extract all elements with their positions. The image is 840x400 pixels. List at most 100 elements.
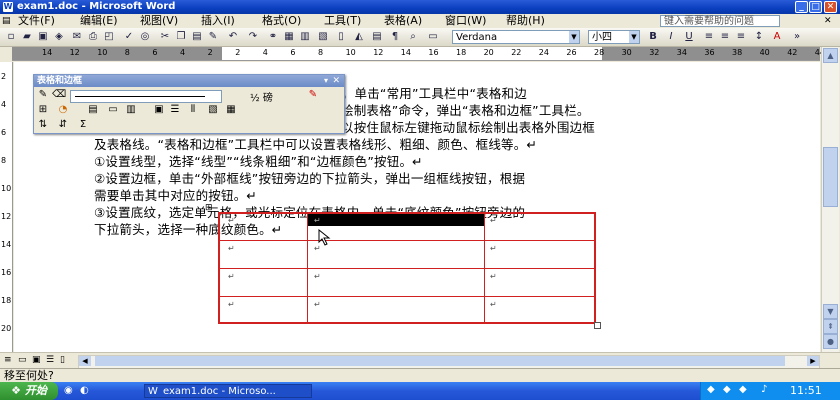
tables-borders-icon[interactable]: ▦ (282, 30, 296, 43)
normal-view-icon[interactable]: ≡ (4, 355, 12, 365)
quick-launch-icon[interactable]: ◉ (64, 385, 73, 396)
chevron-down-icon[interactable]: ▼ (569, 31, 579, 43)
menu-format[interactable]: 格式(O) (262, 14, 301, 28)
distribute-columns-icon[interactable]: ⫴ (186, 103, 200, 117)
horizontal-scrollbar[interactable]: ◀ ▶ (78, 355, 820, 369)
select-browse-object-icon[interactable]: ● (823, 334, 838, 349)
bold-button[interactable]: B (646, 30, 660, 43)
draw-table-icon[interactable]: ✎ (36, 88, 50, 102)
font-color-button[interactable]: A (770, 30, 784, 43)
menu-view[interactable]: 视图(V) (140, 14, 178, 28)
align-center-icon[interactable]: ≡ (718, 30, 732, 43)
taskbar-item-word[interactable]: W exam1.doc - Microso... (144, 384, 312, 398)
menu-insert[interactable]: 插入(I) (201, 14, 235, 28)
drawing-icon[interactable]: ◭ (352, 30, 366, 43)
chevron-down-icon[interactable]: ▼ (629, 31, 639, 43)
doc-table[interactable]: ↵ ↵ ↵ ↵ ↵ ↵ ↵ ↵ ↵ ↵ ↵ ↵ (218, 212, 601, 329)
align-right-icon[interactable]: ≡ (734, 30, 748, 43)
shading-color-icon[interactable]: ◔ (56, 103, 70, 117)
tables-borders-title[interactable]: 表格和边框 ▾ ✕ (34, 75, 344, 87)
font-size-select[interactable]: 小四 ▼ (588, 30, 640, 44)
web-view-icon[interactable]: ▭ (18, 355, 27, 365)
underline-button[interactable]: U (682, 30, 696, 43)
toolbar-options-icon[interactable]: » (790, 30, 804, 43)
line-style-select[interactable] (70, 90, 222, 103)
vertical-ruler[interactable]: 2 4 6 8 10 12 14 16 18 20 (0, 62, 13, 352)
print-preview-icon[interactable]: ◰ (102, 30, 116, 43)
quick-launch-icon[interactable]: ◐ (80, 385, 89, 396)
redo-icon[interactable]: ↷ (246, 30, 260, 43)
email-icon[interactable]: ✉ (70, 30, 84, 43)
copy-icon[interactable]: ❐ (174, 30, 188, 43)
eraser-icon[interactable]: ⌫ (52, 88, 66, 102)
close-button[interactable]: ✕ (824, 1, 837, 13)
read-icon[interactable]: ▭ (426, 30, 440, 43)
table-resize-handle[interactable] (594, 322, 601, 329)
scroll-left-icon[interactable]: ◀ (79, 356, 91, 366)
menu-window[interactable]: 窗口(W) (445, 14, 486, 28)
horizontal-scroll-thumb[interactable] (95, 356, 785, 366)
tray-icon[interactable]: ◆ (739, 384, 747, 395)
split-cells-icon[interactable]: ▥ (124, 103, 138, 117)
research-icon[interactable]: ◎ (138, 30, 152, 43)
open-icon[interactable]: ▰ (20, 30, 34, 43)
border-color-icon[interactable]: ✎ (306, 88, 320, 102)
help-search-input[interactable]: 键入需要帮助的问题 (660, 15, 780, 27)
document-map-icon[interactable]: ▤ (370, 30, 384, 43)
insert-table-icon[interactable]: ▤ (86, 103, 100, 117)
save-icon[interactable]: ▣ (36, 30, 50, 43)
minimize-button[interactable]: _ (795, 1, 808, 13)
menu-edit[interactable]: 编辑(E) (80, 14, 118, 28)
outside-border-icon[interactable]: ⊞ (36, 103, 50, 117)
scroll-up-icon[interactable]: ▲ (823, 48, 838, 63)
line-spacing-icon[interactable]: ↕ (752, 30, 766, 43)
table-cell-selected[interactable] (308, 214, 484, 226)
tables-borders-toolbar[interactable]: 表格和边框 ▾ ✕ ✎ ⌫ ½ 磅 ✎ ⊞ ◔ ▤ ▭ ▥ ▣ ☰ ⫴ ▧ ▦ … (33, 74, 345, 134)
autosum-button[interactable]: Σ (76, 118, 90, 132)
align-icon[interactable]: ▣ (152, 103, 166, 117)
close-icon[interactable]: ✕ (332, 75, 340, 87)
sort-ascending-icon[interactable]: ⇅ (36, 118, 50, 132)
paste-icon[interactable]: ▤ (190, 30, 204, 43)
previous-page-icon[interactable]: ⇞ (823, 319, 838, 334)
menu-file[interactable]: 文件(F) (18, 14, 55, 28)
start-button[interactable]: ❖ 开始 (0, 382, 58, 400)
print-icon[interactable]: ⎙ (86, 30, 100, 43)
scroll-thumb[interactable] (823, 147, 838, 207)
chevron-down-icon[interactable]: ▾ (324, 75, 328, 87)
volume-icon[interactable]: ♪ (761, 384, 767, 395)
italic-button[interactable]: I (664, 30, 678, 43)
tray-icon[interactable]: ◆ (723, 384, 731, 395)
autofit-icon[interactable]: ▦ (224, 103, 238, 117)
table-move-handle-icon[interactable]: ⊞ (205, 203, 213, 213)
maximize-button[interactable]: □ (809, 1, 822, 13)
zoom-icon[interactable]: ⌕ (406, 30, 420, 43)
menu-table[interactable]: 表格(A) (384, 14, 422, 28)
hyperlink-icon[interactable]: ⚭ (266, 30, 280, 43)
autoformat-icon[interactable]: ▧ (206, 103, 220, 117)
sort-descending-icon[interactable]: ⇵ (56, 118, 70, 132)
align-left-icon[interactable]: ≡ (702, 30, 716, 43)
spelling-icon[interactable]: ✓ (122, 30, 136, 43)
doc-close-button[interactable]: ✕ (824, 14, 832, 28)
tray-icon[interactable]: ◆ (707, 384, 715, 395)
reading-view-icon[interactable]: ▯ (60, 355, 65, 365)
undo-icon[interactable]: ↶ (226, 30, 240, 43)
permission-icon[interactable]: ◈ (52, 30, 66, 43)
line-weight-select[interactable]: ½ 磅 (250, 89, 273, 104)
insert-excel-icon[interactable]: ▧ (316, 30, 330, 43)
menu-tools[interactable]: 工具(T) (324, 14, 361, 28)
scroll-down-icon[interactable]: ▼ (823, 304, 838, 319)
merge-cells-icon[interactable]: ▭ (106, 103, 120, 117)
print-view-icon[interactable]: ▣ (32, 355, 41, 365)
distribute-rows-icon[interactable]: ☰ (168, 103, 182, 117)
outline-view-icon[interactable]: ☰ (46, 355, 54, 365)
columns-icon[interactable]: ▯ (334, 30, 348, 43)
insert-table-icon[interactable]: ▥ (298, 30, 312, 43)
scroll-right-icon[interactable]: ▶ (807, 356, 819, 366)
new-doc-icon[interactable]: ▫ (4, 30, 18, 43)
vertical-scrollbar[interactable]: ▲ ▼ ⇞ ● (821, 47, 839, 352)
menu-help[interactable]: 帮助(H) (506, 14, 545, 28)
format-painter-icon[interactable]: ✎ (206, 30, 220, 43)
font-name-select[interactable]: Verdana ▼ (452, 30, 580, 44)
